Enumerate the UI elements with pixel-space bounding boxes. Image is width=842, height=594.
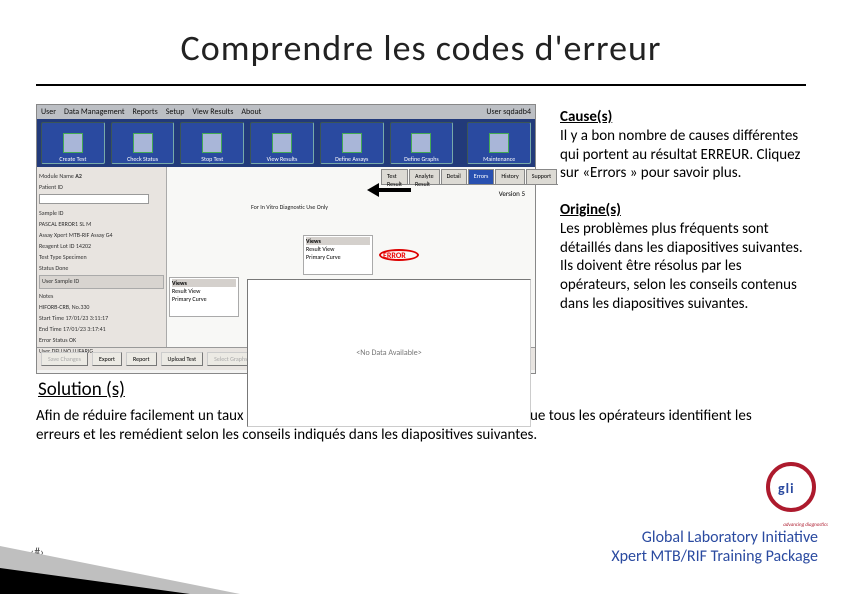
stop-icon: [202, 133, 222, 153]
tool-maint[interactable]: Maintenance: [467, 122, 531, 164]
tab-analyte[interactable]: Analyte Result: [409, 169, 440, 184]
cause-body: Il y a bon nombre de causes différentes …: [560, 127, 806, 183]
btn-report[interactable]: Report: [126, 352, 157, 366]
origin-heading: Origine(s): [560, 201, 806, 220]
menu-user[interactable]: User: [41, 107, 56, 117]
menu-reports[interactable]: Reports: [133, 107, 158, 117]
tool-status[interactable]: Check Status: [111, 122, 175, 164]
chart-area: <No Data Available>: [247, 279, 531, 427]
right-panel: Views Result View Primary Curve Test Res…: [167, 167, 535, 347]
page-title: Comprendre les codes d'erreur: [36, 26, 806, 70]
error-highlight: [379, 249, 419, 261]
status-icon: [133, 133, 153, 153]
arrow-head-icon: [367, 183, 379, 197]
btn-upload[interactable]: Upload Test: [161, 352, 204, 366]
app-screenshot: User Data Management Reports Setup View …: [36, 104, 536, 374]
version-label: Version 5: [499, 189, 525, 198]
app-toolbar: Create Test Check Status Stop Test View …: [37, 119, 535, 167]
cause-heading: Cause(s): [560, 108, 806, 127]
graphs-icon: [411, 133, 431, 153]
decorative-wedge: [0, 538, 260, 594]
app-menubar: User Data Management Reports Setup View …: [37, 105, 535, 119]
left-panel: Module Name A2 Patient ID Sample ID PASC…: [37, 167, 167, 347]
text-column: Cause(s) Il y a bon nombre de causes dif…: [560, 104, 806, 374]
maint-icon: [489, 133, 509, 153]
btn-export[interactable]: Export: [92, 352, 122, 366]
tool-create[interactable]: Create Test: [41, 122, 105, 164]
divider: [36, 84, 806, 86]
assays-icon: [342, 133, 362, 153]
views-panel-2: Views Result View Primary Curve: [169, 277, 239, 317]
tool-stop[interactable]: Stop Test: [180, 122, 244, 164]
create-icon: [63, 133, 83, 153]
content-row: User Data Management Reports Setup View …: [36, 104, 806, 374]
app-body: Module Name A2 Patient ID Sample ID PASC…: [37, 167, 535, 347]
arrow-shaft: [379, 188, 411, 192]
wedge-black-icon: [0, 568, 190, 594]
section-header: User Sample ID: [39, 275, 164, 289]
tab-result[interactable]: Test Result: [381, 169, 408, 184]
slide: Comprendre les codes d'erreur User Data …: [0, 0, 842, 594]
logo-circle-icon: gli: [766, 462, 816, 512]
footer-text: Global Laboratory Initiative Xpert MTB/R…: [611, 528, 818, 566]
tab-detail[interactable]: Detail: [441, 169, 467, 184]
footer-line1: Global Laboratory Initiative: [611, 528, 818, 547]
tab-support[interactable]: Support: [526, 169, 557, 184]
origin-body: Les problèmes plus fréquents sont détail…: [560, 220, 806, 314]
annotation-arrow: [367, 183, 411, 197]
cause-block: Cause(s) Il y a bon nombre de causes dif…: [560, 108, 806, 183]
diag-text: For In Vitro Diagnostic Use Only: [251, 203, 328, 211]
user-label: User sqdadb4: [486, 107, 531, 117]
tool-view[interactable]: View Results: [250, 122, 314, 164]
view-icon: [272, 133, 292, 153]
btn-save: Save Changes: [41, 352, 88, 366]
tab-errors[interactable]: Errors: [468, 169, 495, 184]
logo-text: gli: [778, 480, 795, 497]
footer-line2: Xpert MTB/RIF Training Package: [611, 547, 818, 566]
sample-value: PASCAL ERROR1 SL M: [39, 220, 164, 228]
gli-logo: gli advancing diagnostics: [766, 462, 824, 520]
menu-setup[interactable]: Setup: [166, 107, 185, 117]
menu-view[interactable]: View Results: [192, 107, 233, 117]
menu-about[interactable]: About: [241, 107, 261, 117]
origin-block: Origine(s) Les problèmes plus fréquents …: [560, 201, 806, 314]
tab-history[interactable]: History: [495, 169, 524, 184]
patient-field[interactable]: [39, 194, 149, 204]
views-panel: Views Result View Primary Curve: [303, 235, 373, 275]
tool-graphs[interactable]: Define Graphs: [390, 122, 454, 164]
tool-assays[interactable]: Define Assays: [320, 122, 384, 164]
menu-data[interactable]: Data Management: [64, 107, 124, 117]
